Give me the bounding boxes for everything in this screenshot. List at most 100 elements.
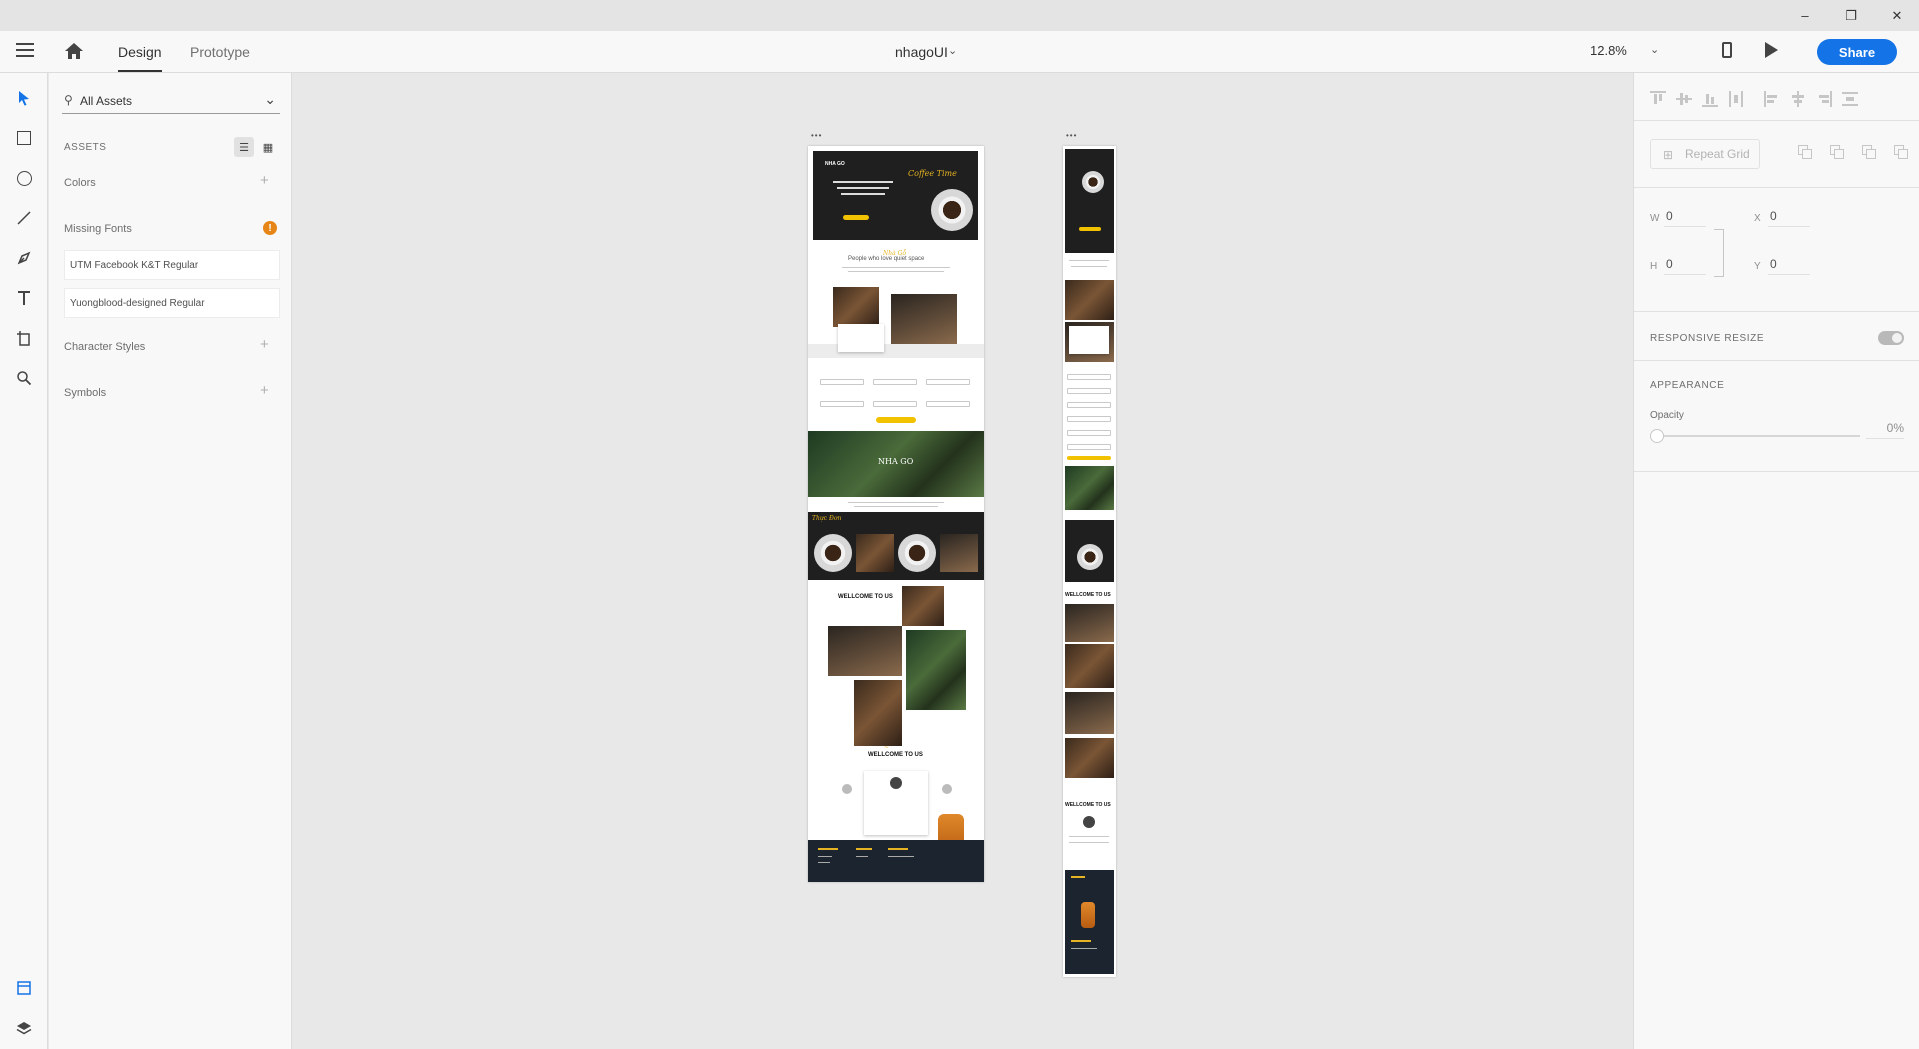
add-symbol-icon[interactable]: +: [260, 382, 269, 399]
menu-section: Thực Đơn: [808, 512, 984, 580]
tool-bar: [0, 73, 48, 1049]
zoom-tool-icon[interactable]: [13, 367, 35, 389]
restore-button[interactable]: ❐: [1828, 0, 1874, 31]
green-banner: NHA GO: [808, 431, 984, 497]
height-label: H: [1650, 261, 1658, 272]
minimize-icon: –: [1801, 8, 1809, 23]
align-left-icon[interactable]: [1764, 91, 1780, 107]
align-right-icon[interactable]: [1816, 91, 1832, 107]
boolean-exclude-icon[interactable]: [1894, 145, 1910, 161]
document-title[interactable]: nhagoUI: [895, 44, 948, 60]
mobile-hero: [1065, 149, 1114, 253]
pen-tool-icon[interactable]: [13, 247, 35, 269]
mobile-artboard[interactable]: WELLCOME TO US WELLCOME TO US: [1063, 146, 1116, 977]
repeat-grid-label: Repeat Grid: [1685, 147, 1750, 161]
repeat-grid-icon: ⊞: [1663, 148, 1674, 162]
restore-icon: ❐: [1845, 7, 1857, 23]
banner-logo: NHA GO: [878, 457, 914, 466]
missing-font-item[interactable]: Yuongblood-designed Regular: [64, 288, 280, 318]
assets-filter-dropdown[interactable]: ⚲ All Assets ⌄: [62, 88, 280, 114]
opacity-field[interactable]: 0%: [1866, 421, 1904, 439]
assets-panel-icon[interactable]: [13, 977, 35, 999]
width-field[interactable]: 0: [1664, 209, 1706, 227]
align-bottom-icon[interactable]: [1702, 91, 1718, 107]
add-color-icon[interactable]: +: [260, 172, 269, 189]
zoom-level[interactable]: 12.8%: [1590, 43, 1627, 58]
text-tool-icon[interactable]: [13, 287, 35, 309]
assets-heading: ASSETS: [64, 142, 107, 153]
y-label: Y: [1754, 261, 1761, 272]
layers-panel-icon[interactable]: [13, 1017, 35, 1039]
close-window-button[interactable]: ✕: [1874, 0, 1919, 31]
chevron-down-icon[interactable]: ⌄: [948, 44, 957, 57]
boolean-subtract-icon[interactable]: [1830, 145, 1846, 161]
symbols-label: Symbols: [64, 387, 107, 399]
opacity-slider-handle[interactable]: [1650, 429, 1664, 443]
align-middle-icon[interactable]: [1676, 91, 1692, 107]
distribute-horizontal-icon[interactable]: [1728, 91, 1744, 107]
line-tool-icon[interactable]: [13, 207, 35, 229]
select-tool-icon[interactable]: [13, 87, 35, 109]
hero-section: NHA GO Coffee Time: [813, 151, 978, 240]
missing-font-item[interactable]: UTM Facebook K&T Regular: [64, 250, 280, 280]
hamburger-menu-icon[interactable]: [16, 43, 34, 57]
testimonial-heading: WELLCOME TO US: [868, 752, 923, 758]
desktop-artboard[interactable]: NHA GO Coffee Time Nhà Gỗ People who lov…: [808, 146, 984, 882]
colors-label: Colors: [64, 177, 96, 189]
search-icon: ⚲: [64, 93, 73, 107]
mobile-welcome-heading: WELLCOME TO US: [1065, 592, 1111, 598]
aspect-lock-icon[interactable]: [1714, 229, 1724, 277]
missing-fonts-label: Missing Fonts: [64, 223, 132, 235]
minimize-button[interactable]: –: [1782, 0, 1828, 31]
testimonial-card: [864, 771, 928, 835]
share-button[interactable]: Share: [1817, 39, 1897, 65]
distribute-vertical-icon[interactable]: [1842, 91, 1858, 107]
tab-design[interactable]: Design: [118, 44, 162, 72]
rectangle-tool-icon[interactable]: [13, 127, 35, 149]
mobile-testimonial-heading: WELLCOME TO US: [1065, 802, 1111, 808]
align-top-icon[interactable]: [1650, 91, 1666, 107]
width-label: W: [1650, 213, 1660, 224]
align-center-icon[interactable]: [1790, 91, 1806, 107]
x-label: X: [1754, 213, 1761, 224]
menu-title: Thực Đơn: [812, 515, 842, 522]
artboard-label[interactable]: •••: [811, 131, 822, 140]
responsive-resize-label: RESPONSIVE RESIZE: [1650, 333, 1765, 344]
x-field[interactable]: 0: [1768, 209, 1810, 227]
opacity-label: Opacity: [1650, 410, 1684, 421]
warning-icon: !: [263, 221, 277, 235]
y-field[interactable]: 0: [1768, 257, 1810, 275]
ellipse-tool-icon[interactable]: [13, 167, 35, 189]
add-character-style-icon[interactable]: +: [260, 336, 269, 353]
hero-logo: NHA GO: [825, 161, 845, 167]
zoom-chevron-down-icon[interactable]: ⌄: [1650, 43, 1659, 56]
chevron-down-icon: ⌄: [264, 91, 276, 107]
assets-panel: ⚲ All Assets ⌄ ASSETS ☰ ▦ Colors + Missi…: [49, 73, 292, 1049]
artboard-label[interactable]: •••: [1066, 131, 1077, 140]
artboard-tool-icon[interactable]: [13, 327, 35, 349]
character-styles-label: Character Styles: [64, 341, 146, 353]
assets-filter-label: All Assets: [80, 94, 133, 108]
design-canvas[interactable]: ••• NHA GO Coffee Time Nhà Gỗ People who…: [293, 73, 1632, 1049]
about-section: [808, 282, 984, 358]
device-preview-icon[interactable]: [1722, 42, 1732, 58]
hero-script-title: Coffee Time: [908, 169, 957, 178]
home-icon[interactable]: [64, 41, 84, 61]
tab-prototype[interactable]: Prototype: [190, 44, 250, 60]
booking-form: [808, 370, 984, 430]
app-bar: Design Prototype nhagoUI ⌄ 12.8% ⌄ Share: [0, 31, 1919, 73]
boolean-add-icon[interactable]: [1798, 145, 1814, 161]
grid-view-icon[interactable]: ▦: [258, 137, 278, 157]
brand-tagline: People who love quiet space: [848, 256, 925, 262]
welcome-heading: WELLCOME TO US: [838, 594, 893, 600]
window-title-bar: – ❐ ✕: [0, 0, 1919, 31]
repeat-grid-button[interactable]: ⊞ Repeat Grid: [1650, 139, 1760, 169]
list-view-icon[interactable]: ☰: [234, 137, 254, 157]
height-field[interactable]: 0: [1664, 257, 1706, 275]
boolean-intersect-icon[interactable]: [1862, 145, 1878, 161]
play-icon[interactable]: [1765, 42, 1778, 58]
footer-section: [808, 840, 984, 882]
opacity-slider-track[interactable]: [1662, 435, 1860, 437]
close-icon: ✕: [1891, 7, 1903, 23]
responsive-resize-toggle[interactable]: [1878, 331, 1904, 345]
